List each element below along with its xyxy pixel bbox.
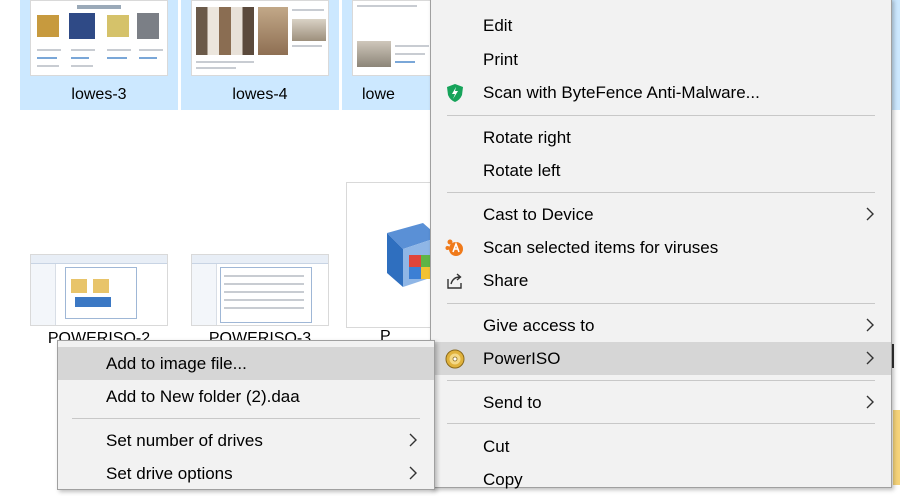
thumbnail-installer bbox=[346, 182, 430, 328]
menu-separator bbox=[447, 115, 875, 116]
menu-item-scan-viruses[interactable]: Scan selected items for viruses bbox=[431, 231, 891, 264]
poweriso-submenu: Add to image file... Add to New folder (… bbox=[57, 340, 435, 490]
submenu-item-set-number-of-drives[interactable]: Set number of drives bbox=[58, 424, 434, 457]
poweriso-disc-icon bbox=[445, 349, 465, 369]
partial-thumb-right bbox=[893, 410, 900, 485]
room-photo bbox=[357, 41, 391, 67]
menu-item-scan-bytefence[interactable]: Scan with ByteFence Anti-Malware... bbox=[431, 76, 891, 109]
chevron-right-icon bbox=[866, 318, 874, 332]
menu-item-cut[interactable]: Cut bbox=[431, 430, 891, 463]
product-image bbox=[137, 13, 159, 39]
menu-item-share[interactable]: Share bbox=[431, 264, 891, 297]
submenu-item-add-to-daa[interactable]: Add to New folder (2).daa bbox=[58, 380, 434, 413]
context-menu: Edit Print Scan with ByteFence Anti-Malw… bbox=[430, 0, 892, 489]
menu-item-rotate-right[interactable]: Rotate right bbox=[431, 121, 891, 154]
product-image bbox=[107, 15, 129, 37]
file-tile-lowes-4[interactable]: lowes-4 bbox=[181, 0, 339, 110]
menu-separator bbox=[447, 303, 875, 304]
file-tile-installer[interactable]: P bbox=[346, 182, 430, 350]
installer-box-icon bbox=[387, 223, 430, 287]
menu-item-rotate-left[interactable]: Rotate left bbox=[431, 154, 891, 187]
file-tile-poweriso-2[interactable]: POWERISO-2 bbox=[20, 250, 178, 350]
thumbnail-poweriso-3 bbox=[191, 254, 329, 326]
file-name: lowe bbox=[362, 86, 395, 103]
file-name: lowes-4 bbox=[232, 86, 288, 103]
chevron-right-icon bbox=[409, 433, 417, 447]
menu-separator bbox=[447, 423, 875, 424]
menu-item-cast-to-device[interactable]: Cast to Device bbox=[431, 198, 891, 231]
menu-item-edit[interactable]: Edit bbox=[431, 9, 891, 42]
thumbnail-lowes-5 bbox=[352, 0, 430, 76]
menu-item-poweriso[interactable]: PowerISO bbox=[431, 342, 891, 375]
chevron-right-icon bbox=[409, 466, 417, 480]
partial-label-right bbox=[892, 344, 900, 368]
avast-icon bbox=[445, 239, 463, 256]
menu-item-send-to[interactable]: Send to bbox=[431, 386, 891, 419]
product-image bbox=[69, 13, 95, 39]
file-name: lowes-3 bbox=[71, 86, 127, 103]
closet-photo bbox=[258, 7, 288, 55]
chevron-right-icon bbox=[866, 351, 874, 365]
file-tile-poweriso-3[interactable]: POWERISO-3 bbox=[181, 250, 339, 350]
menu-separator bbox=[447, 380, 875, 381]
menu-separator bbox=[72, 418, 420, 419]
file-tile-lowes-5[interactable]: lowe bbox=[342, 0, 430, 110]
submenu-item-set-drive-options[interactable]: Set drive options bbox=[58, 457, 434, 490]
file-tile-lowes-3[interactable]: lowes-3 bbox=[20, 0, 178, 110]
thumbnail-lowes-3 bbox=[30, 0, 168, 76]
menu-item-copy[interactable]: Copy bbox=[431, 463, 891, 496]
bytefence-shield-icon bbox=[447, 84, 463, 102]
thumbnail-lowes-4 bbox=[191, 0, 329, 76]
chevron-right-icon bbox=[866, 395, 874, 409]
thumbnail-poweriso-2 bbox=[30, 254, 168, 326]
menu-separator bbox=[447, 192, 875, 193]
chevron-right-icon bbox=[866, 207, 874, 221]
submenu-item-add-to-image[interactable]: Add to image file... bbox=[58, 347, 434, 380]
share-icon bbox=[447, 273, 462, 289]
product-image bbox=[37, 15, 59, 37]
closet-photo bbox=[196, 7, 254, 55]
menu-item-print[interactable]: Print bbox=[431, 43, 891, 76]
room-photo bbox=[292, 19, 326, 41]
menu-item-give-access[interactable]: Give access to bbox=[431, 309, 891, 342]
